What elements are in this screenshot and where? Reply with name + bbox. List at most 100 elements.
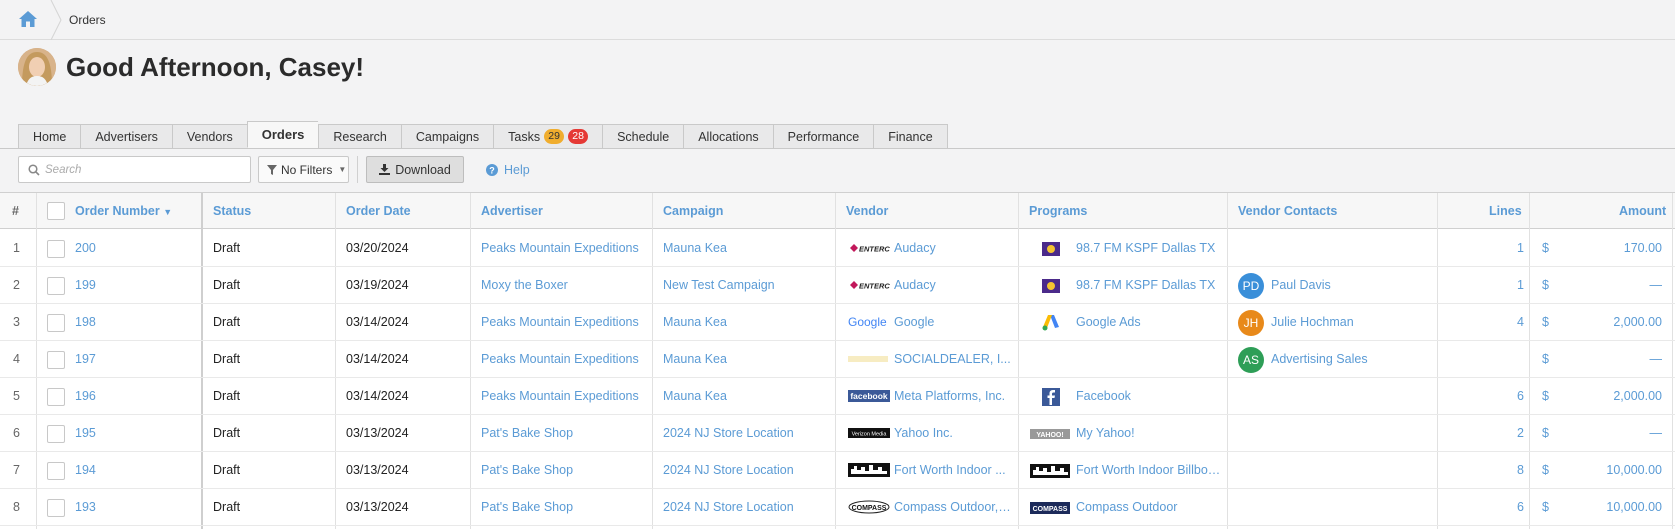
vendor-link[interactable]: Fort Worth Indoor ... (894, 452, 1012, 489)
row-checkbox[interactable] (47, 240, 65, 258)
home-button[interactable] (0, 0, 52, 40)
row-checkbox[interactable] (47, 277, 65, 295)
vendor-contact-link[interactable]: Julie Hochman (1271, 304, 1431, 341)
vendor-link[interactable]: Audacy (894, 267, 1012, 304)
tab-allocations[interactable]: Allocations (683, 124, 773, 149)
vendor-link[interactable]: Meta Platforms, Inc. (894, 378, 1012, 415)
order-number-link[interactable]: 197 (75, 341, 96, 378)
search-box[interactable] (18, 156, 251, 183)
campaign-link[interactable]: New Test Campaign (663, 267, 828, 304)
advertiser-link[interactable]: Peaks Mountain Expeditions (481, 341, 646, 378)
tab-home[interactable]: Home (18, 124, 81, 149)
program-link[interactable]: Facebook (1076, 378, 1222, 415)
lines-count[interactable]: 1 (1440, 267, 1524, 304)
table-row[interactable]: 8 193 Draft 03/13/2024 Pat's Bake Shop 2… (0, 489, 1675, 526)
vendor-contact-link[interactable] (1271, 378, 1431, 415)
campaign-link[interactable]: Mauna Kea (663, 230, 828, 267)
order-number-link[interactable]: 200 (75, 230, 96, 267)
table-row[interactable]: 6 195 Draft 03/13/2024 Pat's Bake Shop 2… (0, 415, 1675, 452)
vendor-contact-link[interactable] (1271, 415, 1431, 452)
order-number-link[interactable]: 196 (75, 378, 96, 415)
column-header-vendor-contacts[interactable]: Vendor Contacts (1238, 193, 1337, 229)
row-checkbox[interactable] (47, 388, 65, 406)
vendor-contact-link[interactable]: Paul Davis (1271, 267, 1431, 304)
column-header-programs[interactable]: Programs (1029, 193, 1087, 229)
advertiser-link[interactable]: Pat's Bake Shop (481, 489, 646, 526)
program-link[interactable] (1076, 341, 1222, 378)
column-header-amount[interactable]: Amount (1619, 193, 1666, 229)
lines-count[interactable] (1440, 341, 1524, 378)
table-row[interactable]: 3 198 Draft 03/14/2024 Peaks Mountain Ex… (0, 304, 1675, 341)
advertiser-link[interactable]: Pat's Bake Shop (481, 415, 646, 452)
row-checkbox[interactable] (47, 425, 65, 443)
tab-tasks[interactable]: Tasks 29 28 (493, 124, 603, 149)
campaign-link[interactable]: 2024 NJ Store Location (663, 452, 828, 489)
lines-count[interactable]: 6 (1440, 378, 1524, 415)
vendor-contact-link[interactable] (1271, 489, 1431, 526)
program-link[interactable]: Compass Outdoor (1076, 489, 1222, 526)
tab-advertisers[interactable]: Advertisers (80, 124, 172, 149)
table-row[interactable]: 5 196 Draft 03/14/2024 Peaks Mountain Ex… (0, 378, 1675, 415)
vendor-link[interactable]: Google (894, 304, 1012, 341)
advertiser-link[interactable]: Moxy the Boxer (481, 267, 646, 304)
campaign-link[interactable]: 2024 NJ Store Location (663, 415, 828, 452)
tab-orders[interactable]: Orders (246, 121, 319, 148)
vendor-contact-link[interactable]: Advertising Sales (1271, 341, 1431, 378)
advertiser-link[interactable]: Peaks Mountain Expeditions (481, 230, 646, 267)
column-header-order-date[interactable]: Order Date (346, 193, 411, 229)
row-checkbox[interactable] (47, 314, 65, 332)
campaign-link[interactable]: Mauna Kea (663, 378, 828, 415)
order-number-link[interactable]: 195 (75, 415, 96, 452)
program-link[interactable]: Fort Worth Indoor Billboa... (1076, 452, 1222, 489)
program-link[interactable]: Google Ads (1076, 304, 1222, 341)
user-avatar[interactable] (18, 48, 56, 86)
filter-dropdown[interactable]: No Filters ▼ (258, 156, 349, 183)
order-number-link[interactable]: 199 (75, 267, 96, 304)
row-checkbox[interactable] (47, 462, 65, 480)
row-checkbox[interactable] (47, 499, 65, 517)
lines-count[interactable]: 8 (1440, 452, 1524, 489)
table-row[interactable]: 2 199 Draft 03/19/2024 Moxy the Boxer Ne… (0, 267, 1675, 304)
program-link[interactable]: My Yahoo! (1076, 415, 1222, 452)
order-number-link[interactable]: 194 (75, 452, 96, 489)
tab-campaigns[interactable]: Campaigns (400, 124, 494, 149)
advertiser-link[interactable]: Peaks Mountain Expeditions (481, 304, 646, 341)
table-row[interactable]: 7 194 Draft 03/13/2024 Pat's Bake Shop 2… (0, 452, 1675, 489)
lines-count[interactable]: 4 (1440, 304, 1524, 341)
table-row[interactable]: 4 197 Draft 03/14/2024 Peaks Mountain Ex… (0, 341, 1675, 378)
column-header-order-number[interactable]: Order Number ▼ (75, 193, 172, 229)
tab-finance[interactable]: Finance (873, 124, 948, 149)
order-number-link[interactable]: 193 (75, 489, 96, 526)
row-checkbox[interactable] (47, 351, 65, 369)
vendor-link[interactable]: Yahoo Inc. (894, 415, 1012, 452)
select-all-checkbox[interactable] (47, 202, 65, 220)
program-link[interactable]: 98.7 FM KSPF Dallas TX (1076, 267, 1222, 304)
help-link[interactable]: ? Help (486, 163, 530, 177)
column-header-vendor[interactable]: Vendor (846, 193, 888, 229)
column-header-status[interactable]: Status (213, 193, 251, 229)
vendor-link[interactable]: Audacy (894, 230, 1012, 267)
lines-count[interactable]: 1 (1440, 230, 1524, 267)
order-number-link[interactable]: 198 (75, 304, 96, 341)
download-button[interactable]: Download (366, 156, 464, 183)
vendor-contact-link[interactable] (1271, 230, 1431, 267)
column-header-campaign[interactable]: Campaign (663, 193, 723, 229)
campaign-link[interactable]: Mauna Kea (663, 304, 828, 341)
vendor-link[interactable]: Compass Outdoor, ... (894, 489, 1012, 526)
lines-count[interactable]: 2 (1440, 415, 1524, 452)
table-row[interactable]: 1 200 Draft 03/20/2024 Peaks Mountain Ex… (0, 230, 1675, 267)
lines-count[interactable]: 6 (1440, 489, 1524, 526)
vendor-link[interactable]: SOCIALDEALER, I... (894, 341, 1012, 378)
campaign-link[interactable]: Mauna Kea (663, 341, 828, 378)
advertiser-link[interactable]: Pat's Bake Shop (481, 452, 646, 489)
program-link[interactable]: 98.7 FM KSPF Dallas TX (1076, 230, 1222, 267)
tab-research[interactable]: Research (318, 124, 401, 149)
tab-schedule[interactable]: Schedule (602, 124, 684, 149)
advertiser-link[interactable]: Peaks Mountain Expeditions (481, 378, 646, 415)
column-header-advertiser[interactable]: Advertiser (481, 193, 543, 229)
campaign-link[interactable]: 2024 NJ Store Location (663, 489, 828, 526)
search-input[interactable] (45, 160, 245, 179)
tab-performance[interactable]: Performance (772, 124, 874, 149)
vendor-contact-link[interactable] (1271, 452, 1431, 489)
column-header-lines[interactable]: Lines (1489, 193, 1522, 229)
